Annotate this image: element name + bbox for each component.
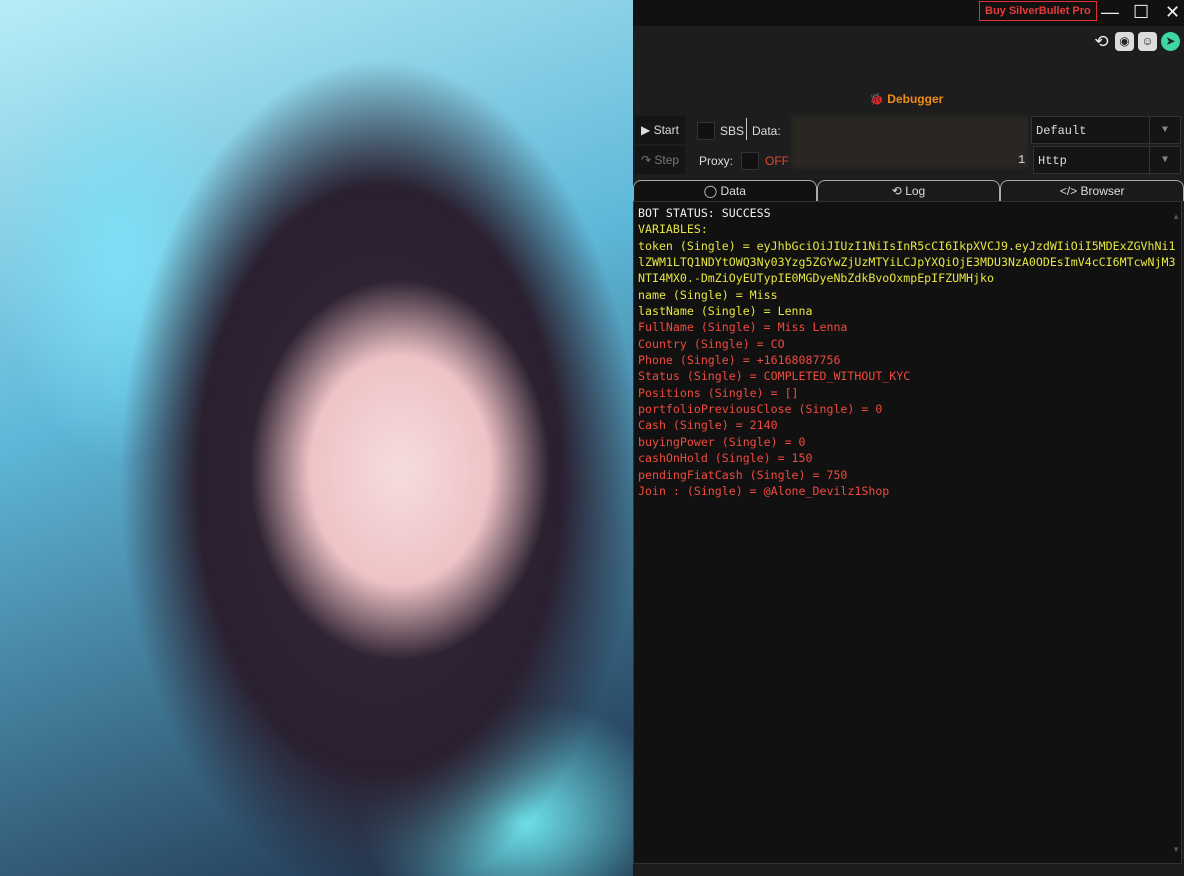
bug-icon: 🐞 — [869, 92, 884, 106]
tab-log[interactable]: ⟲ Log — [816, 180, 1001, 201]
output-line: VARIABLES: — [638, 222, 708, 237]
data-input[interactable] — [791, 116, 1029, 168]
output-line: Join : (Single) = @Alone_Devilz1Shop — [638, 483, 890, 498]
close-button[interactable]: ✕ — [1165, 2, 1180, 23]
telegram-icon[interactable]: ➤ — [1161, 32, 1180, 51]
title-bar: Buy SilverBullet Pro — ☐ ✕ — [633, 0, 1184, 26]
tab-bar: ◯ Data ⟲ Log </> Browser — [633, 180, 1184, 201]
proxy-state: OFF — [765, 154, 789, 168]
output-line: FullName (Single) = Miss Lenna — [638, 320, 848, 335]
output-line: buyingPower (Single) = 0 — [638, 434, 806, 449]
start-button[interactable]: ▶ Start — [635, 116, 685, 144]
output-line: lastName (Single) = Lenna — [638, 304, 813, 319]
camera-icon[interactable]: ◉ — [1115, 32, 1134, 51]
background-photo — [0, 0, 633, 876]
discord-icon[interactable]: ☺ — [1138, 32, 1157, 51]
proxy-label: Proxy: — [699, 154, 734, 168]
wordlist-type-select[interactable]: Default ▼ — [1031, 116, 1181, 145]
output-console[interactable]: BOT STATUS: SUCCESS VARIABLES: token (Sing… — [633, 201, 1182, 864]
output-line: name (Single) = Miss — [638, 287, 778, 302]
output-line: Status (Single) = COMPLETED_WITHOUT_KYC — [638, 369, 911, 384]
tab-data[interactable]: ◯ Data — [633, 180, 817, 201]
output-line: BOT STATUS: SUCCESS — [638, 206, 771, 220]
code-icon: </> — [1059, 184, 1078, 198]
sbs-checkbox[interactable] — [697, 122, 715, 140]
output-line: portfolioPreviousClose (Single) = 0 — [638, 402, 883, 417]
data-icon: ◯ — [703, 184, 718, 198]
scroll-up-arrow[interactable]: ▲ — [1172, 212, 1180, 221]
proxy-checkbox[interactable] — [741, 152, 759, 170]
play-icon: ▶ — [641, 123, 651, 137]
scroll-down-arrow[interactable]: ▼ — [1172, 845, 1180, 854]
tab-browser[interactable]: </> Browser — [1000, 180, 1184, 201]
history-icon[interactable]: ⟲ — [1092, 32, 1111, 51]
chevron-down-icon: ▼ — [1149, 147, 1180, 175]
data-label: Data: — [752, 124, 781, 138]
silverbullet-window: Buy SilverBullet Pro — ☐ ✕ ⟲ ◉ ☺ ➤ 🐞 Deb… — [633, 0, 1184, 876]
output-line: Cash (Single) = 2140 — [638, 418, 778, 433]
maximize-button[interactable]: ☐ — [1133, 2, 1149, 23]
history-icon: ⟲ — [891, 184, 902, 198]
debugger-title: 🐞 Debugger — [869, 92, 944, 106]
output-line: Phone (Single) = +16168087756 — [638, 353, 841, 368]
proxy-type-select[interactable]: Http ▼ — [1033, 146, 1181, 175]
buy-pro-button[interactable]: Buy SilverBullet Pro — [979, 1, 1097, 21]
output-line: Positions (Single) = [] — [638, 385, 799, 400]
output-line: cashOnHold (Single) = 150 — [638, 451, 813, 466]
chevron-down-icon: ▼ — [1149, 117, 1180, 145]
step-icon: ↷ — [641, 153, 652, 167]
output-line: token (Single) = eyJhbGciOiJIUzI1NiIsInR… — [638, 238, 1176, 286]
output-line: pendingFiatCash (Single) = 750 — [638, 467, 848, 482]
data-input-tail: 1 — [1018, 153, 1026, 167]
output-line: Country (Single) = CO — [638, 336, 785, 351]
step-button[interactable]: ↷ Step — [635, 146, 686, 174]
minimize-button[interactable]: — — [1101, 2, 1119, 23]
sbs-label: SBS — [720, 124, 745, 138]
